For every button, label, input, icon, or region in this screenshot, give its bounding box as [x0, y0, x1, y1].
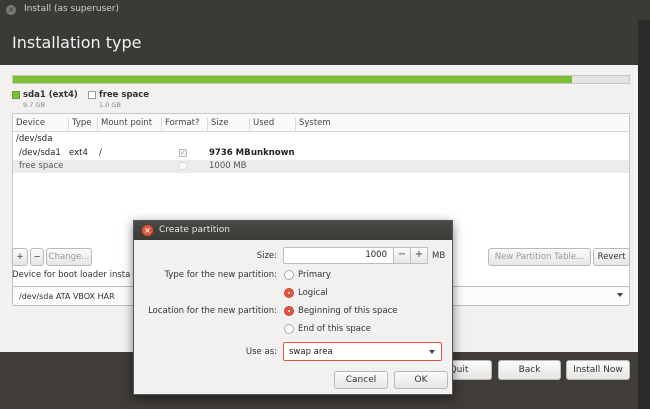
checkmark-icon: ✓ [179, 149, 187, 157]
chevron-down-icon [617, 293, 623, 297]
size-increment-button[interactable]: + [410, 247, 428, 264]
radio-beginning[interactable] [284, 306, 294, 316]
partition-type-label: Type for the new partition: [164, 270, 277, 280]
column-header-used[interactable]: Used [249, 118, 274, 132]
radio-end[interactable] [284, 324, 294, 334]
use-as-value: swap area [289, 347, 333, 357]
page-header: Installation type [0, 20, 650, 65]
disk-usage-bar [12, 75, 630, 84]
change-partition-button[interactable]: Change... [46, 248, 92, 266]
column-header-mount[interactable]: Mount point [97, 118, 152, 132]
cell-type: ext4 [69, 148, 88, 158]
back-button[interactable]: Back [498, 360, 561, 380]
use-as-label: Use as: [245, 347, 277, 357]
size-unit: MB [432, 251, 446, 261]
cell-size: 9736 MB [209, 148, 251, 158]
cell-used: unknown [251, 148, 295, 158]
column-header-size[interactable]: Size [207, 118, 228, 132]
checkbox-empty-icon [179, 162, 187, 170]
column-header-device[interactable]: Device [13, 118, 45, 132]
size-input[interactable]: 1000 [283, 247, 394, 264]
new-partition-table-button[interactable]: New Partition Table... [488, 248, 591, 266]
window-close-icon[interactable]: × [6, 5, 16, 15]
boot-loader-value: /dev/sda ATA VBOX HAR [19, 292, 115, 301]
dialog-title: Create partition [159, 225, 230, 235]
desktop-edge [638, 20, 650, 409]
radio-beginning-label[interactable]: Beginning of this space [298, 306, 397, 316]
dialog-titlebar: × Create partition [134, 221, 452, 240]
revert-button[interactable]: Revert [593, 248, 630, 266]
size-decrement-button[interactable]: − [393, 247, 411, 264]
window-titlebar: × Install (as superuser) [0, 0, 650, 20]
cell-device: /dev/sda1 [19, 148, 61, 158]
radio-primary-label[interactable]: Primary [298, 270, 331, 280]
create-partition-dialog: × Create partition Size: 1000 − + MB Typ… [133, 220, 453, 395]
radio-primary[interactable] [284, 270, 294, 280]
legend-swatch-sda1 [12, 91, 20, 99]
ok-button[interactable]: OK [394, 371, 448, 389]
table-row[interactable]: /dev/sda1 ext4 / ✓ 9736 MB unknown [13, 147, 629, 160]
chevron-down-icon [429, 350, 435, 354]
cell-device: /dev/sda [16, 134, 53, 144]
legend-swatch-free-space [88, 91, 96, 99]
page-title: Installation type [12, 33, 142, 52]
window-title: Install (as superuser) [24, 4, 120, 14]
install-now-button[interactable]: Install Now [566, 360, 630, 380]
table-row[interactable]: free space 1000 MB [13, 160, 629, 173]
add-partition-button[interactable]: + [12, 248, 28, 266]
cancel-button[interactable]: Cancel [334, 371, 388, 389]
table-row[interactable]: /dev/sda [13, 133, 629, 146]
partition-table-header: Device Type Mount point Format? Size Use… [13, 114, 629, 132]
legend-size-free-space: 1.0 GB [99, 101, 121, 109]
partition-location-label: Location for the new partition: [148, 306, 277, 316]
radio-end-label[interactable]: End of this space [298, 324, 371, 334]
radio-logical-label[interactable]: Logical [298, 288, 328, 298]
column-header-type[interactable]: Type [68, 118, 92, 132]
use-as-select[interactable]: swap area [283, 342, 442, 361]
column-header-format[interactable]: Format? [161, 118, 199, 132]
disk-usage-used-segment [13, 76, 572, 83]
cell-mount: / [99, 148, 102, 158]
legend-size-sda1: 9.7 GB [23, 101, 45, 109]
radio-logical[interactable] [284, 288, 294, 298]
legend-name-sda1: sda1 (ext4) [23, 90, 78, 100]
cell-device: free space [19, 161, 64, 171]
boot-loader-label: Device for boot loader insta [12, 270, 131, 280]
cell-size: 1000 MB [209, 161, 247, 171]
remove-partition-button[interactable]: − [30, 248, 44, 266]
column-header-system[interactable]: System [295, 118, 331, 132]
dialog-close-icon[interactable]: × [142, 225, 153, 236]
legend-name-free-space: free space [99, 90, 150, 100]
size-label: Size: [256, 251, 277, 261]
